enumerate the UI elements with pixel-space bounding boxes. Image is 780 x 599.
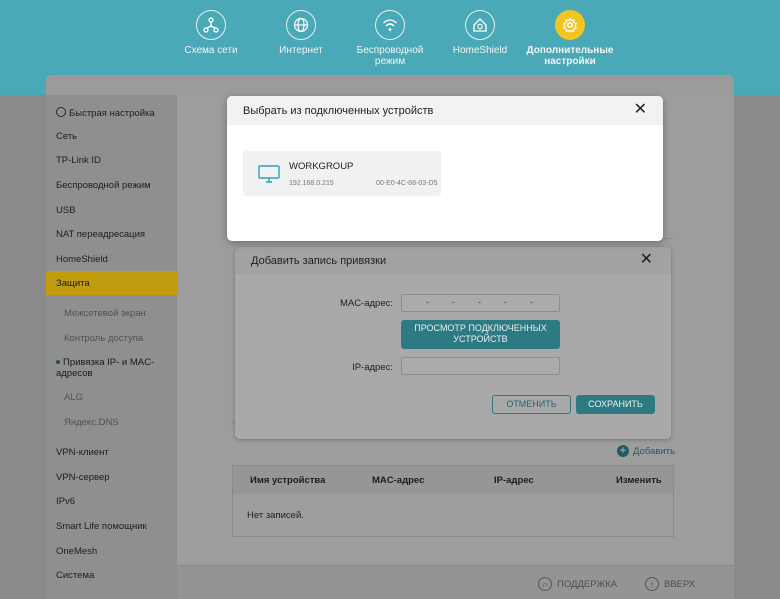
sidebar-subitem-alg[interactable]: ALG (64, 392, 83, 403)
nav-advanced[interactable]: Дополнительные настройки (525, 10, 615, 67)
support-button[interactable]: ∩ ПОДДЕРЖКА (538, 577, 617, 591)
divider (663, 238, 674, 239)
mac-label: MAC-адрес: (339, 298, 393, 309)
sidebar-subitem-ip-mac-binding[interactable]: Привязка IP- и MAC-адресов (56, 357, 166, 379)
plus-icon: + (617, 445, 629, 457)
select-device-dialog: Выбрать из подключенных устройств ✕ WORK… (227, 96, 663, 241)
mac-address-input[interactable]: - - - - - (401, 294, 560, 312)
sidebar-item-vpn-server[interactable]: VPN-сервер (56, 472, 110, 483)
device-ip: 192.168.0.215 (289, 180, 334, 187)
dialog-header: Выбрать из подключенных устройств ✕ (227, 96, 663, 125)
arrow-up-icon: ↑ (645, 577, 659, 591)
sidebar-subitem-firewall[interactable]: Межсетевой экран (64, 308, 146, 319)
monitor-icon (258, 165, 280, 183)
close-icon[interactable]: ✕ (634, 102, 647, 118)
add-binding-dialog: Добавить запись привязки ✕ MAC-адрес: - … (235, 247, 671, 439)
column-header-mac: MAC-адрес (372, 475, 425, 486)
binding-table: Имя устройства MAC-адрес IP-адрес Измени… (232, 465, 674, 537)
sidebar-item-label: Привязка IP- и MAC-адресов (56, 357, 155, 379)
add-button[interactable]: + Добавить (617, 445, 675, 457)
device-card[interactable]: WORKGROUP 192.168.0.215 00-E0-4C-68-03-D… (243, 151, 441, 196)
sidebar-item-homeshield[interactable]: HomeShield (56, 254, 108, 265)
back-to-top-button[interactable]: ↑ ВВЕРХ (645, 577, 695, 591)
sidebar-item-ipv6[interactable]: IPv6 (56, 496, 75, 507)
active-dot-icon (56, 360, 60, 365)
globe-icon (286, 10, 316, 40)
column-header-edit: Изменить (616, 475, 662, 486)
network-map-icon (196, 10, 226, 40)
wifi-icon (375, 10, 405, 40)
nav-label: Беспроводной режим (356, 45, 424, 67)
home-shield-icon (465, 10, 495, 40)
sidebar-item-label: Быстрая настройка (69, 108, 155, 119)
sidebar-item-onemesh[interactable]: OneMesh (56, 546, 97, 557)
sidebar-item-smart-life[interactable]: Smart Life помощник (56, 521, 147, 532)
sidebar-subitem-access-control[interactable]: Контроль доступа (64, 333, 143, 344)
nav-network-map[interactable]: Схема сети (166, 10, 256, 56)
top-label: ВВЕРХ (664, 578, 696, 590)
sidebar-subitem-yandex-dns[interactable]: Яндекс.DNS (64, 417, 119, 428)
ip-address-input[interactable] (401, 357, 560, 375)
nav-homeshield[interactable]: HomeShield (435, 10, 525, 56)
save-button[interactable]: СОХРАНИТЬ (576, 395, 655, 414)
footer-bar: ∩ ПОДДЕРЖКА ↑ ВВЕРХ (177, 565, 734, 599)
sidebar-item-quick-setup[interactable]: Быстрая настройка (56, 107, 155, 119)
nav-wireless[interactable]: Беспроводной режим (345, 10, 435, 67)
sidebar-item-vpn-client[interactable]: VPN-клиент (56, 447, 109, 458)
add-label: Добавить (633, 445, 675, 457)
device-name: WORKGROUP (289, 161, 354, 172)
dialog-header: Добавить запись привязки ✕ (235, 247, 671, 274)
close-icon[interactable]: ✕ (640, 252, 653, 268)
sidebar-item-system[interactable]: Система (56, 570, 94, 581)
sidebar-item-wireless[interactable]: Беспроводной режим (56, 180, 151, 191)
cancel-button[interactable]: ОТМЕНИТЬ (492, 395, 571, 414)
mac-separator: - (530, 297, 533, 307)
mac-separator: - (452, 297, 455, 307)
headset-icon: ∩ (538, 577, 552, 591)
nav-label: Дополнительные настройки (526, 45, 614, 67)
mac-separator: - (426, 297, 429, 307)
nav-internet[interactable]: Интернет (256, 10, 346, 56)
nav-label: Схема сети (184, 45, 238, 56)
table-empty-message: Нет записей. (247, 510, 304, 521)
column-header-device-name: Имя устройства (250, 475, 326, 486)
ip-label: IP-адрес: (352, 362, 393, 373)
nav-label: HomeShield (452, 45, 508, 56)
device-mac: 00-E0-4C-68-03-D5 (376, 180, 438, 187)
mac-separator: - (478, 297, 481, 307)
sidebar-item-network[interactable]: Сеть (56, 131, 77, 142)
view-connected-devices-button[interactable]: ПРОСМОТР ПОДКЛЮЧЕННЫХ УСТРОЙСТВ (401, 320, 560, 349)
support-label: ПОДДЕРЖКА (557, 578, 618, 590)
nav-label: Интернет (279, 45, 323, 56)
sidebar-item-tplink-id[interactable]: TP-Link ID (56, 155, 101, 166)
sidebar-item-security[interactable]: Защита (46, 271, 177, 295)
gear-icon (555, 10, 585, 40)
gear-icon (56, 107, 66, 117)
mac-separator: - (504, 297, 507, 307)
sidebar-item-label: Защита (56, 278, 90, 289)
dialog-title: Добавить запись привязки (251, 255, 387, 267)
column-header-ip: IP-адрес (494, 475, 534, 486)
sidebar-item-nat[interactable]: NAT переадресация (56, 229, 145, 240)
sidebar-item-usb[interactable]: USB (56, 205, 76, 216)
table-header: Имя устройства MAC-адрес IP-адрес Измени… (233, 466, 673, 494)
dialog-title: Выбрать из подключенных устройств (243, 105, 434, 117)
